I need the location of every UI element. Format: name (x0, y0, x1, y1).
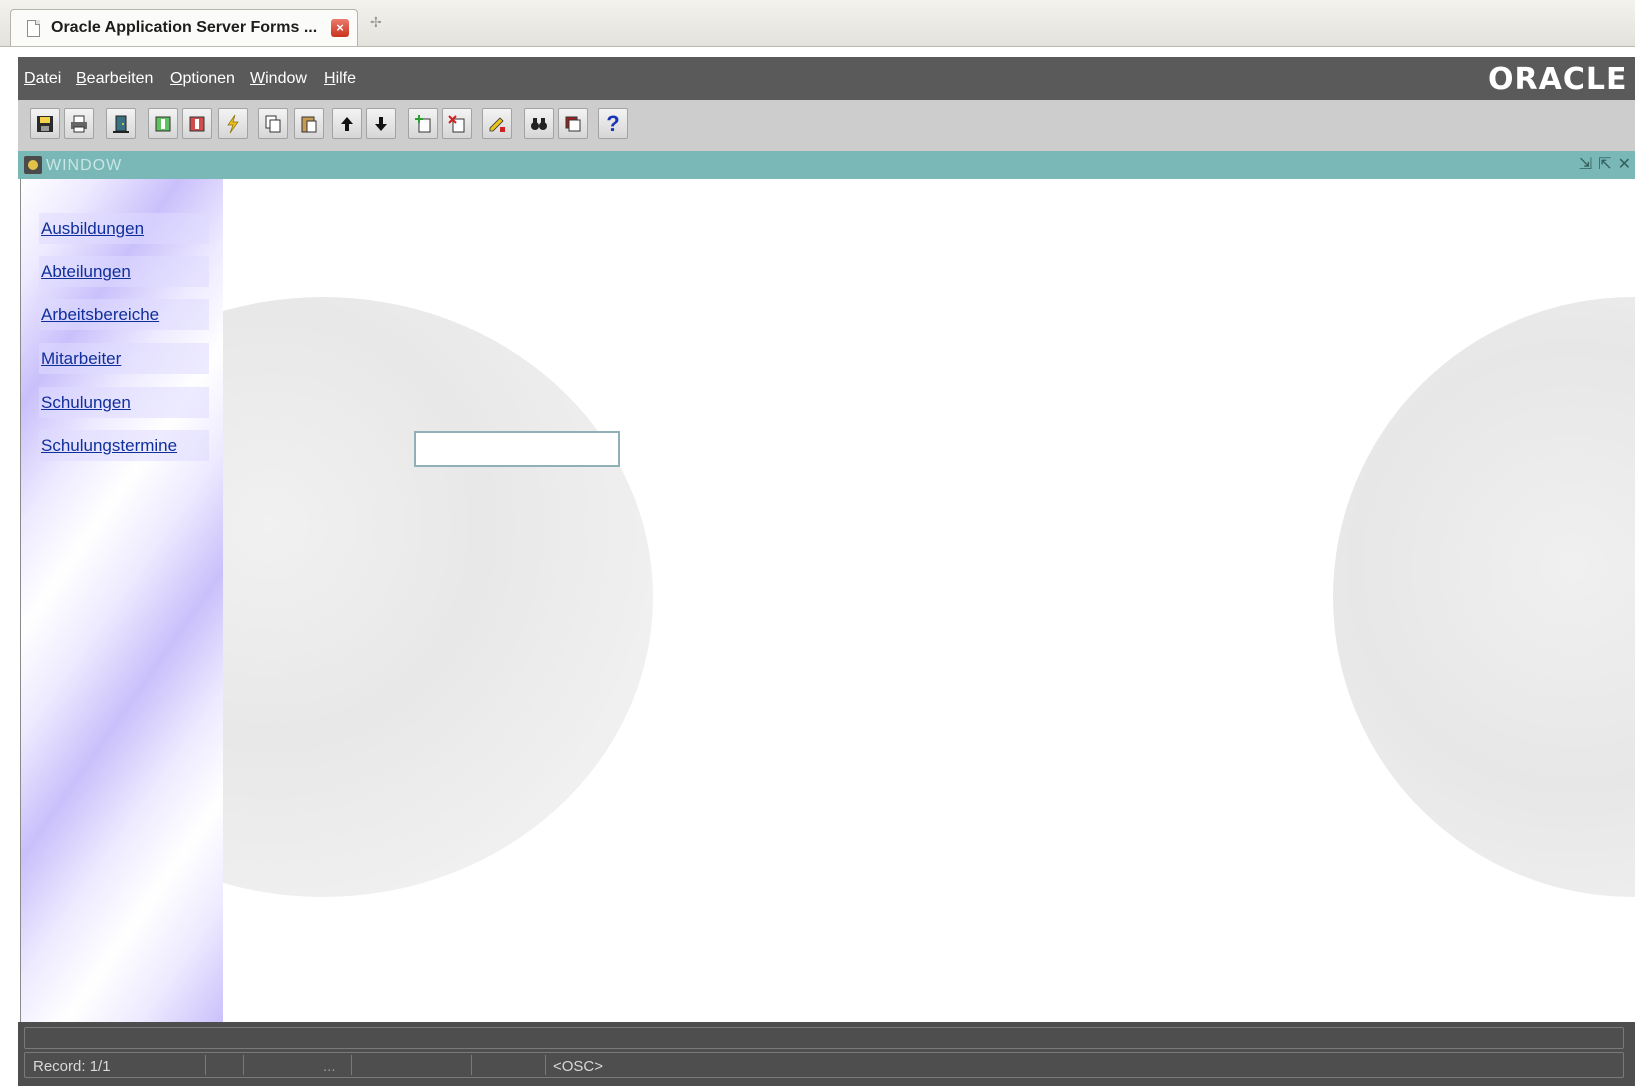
globe-background-right (1333, 297, 1635, 897)
list-of-values-button[interactable] (558, 108, 588, 139)
maximize-icon[interactable]: ⇱ (1598, 156, 1611, 173)
close-tab-icon[interactable]: × (331, 19, 349, 37)
execute-query-icon (189, 116, 205, 131)
browser-tab-strip: Oracle Application Server Forms ... × ✢ (0, 0, 1635, 47)
main-canvas (223, 179, 1635, 1022)
close-icon[interactable]: ✕ (1618, 156, 1631, 173)
menu-datei[interactable]: Datei (24, 70, 61, 88)
document-icon (27, 20, 40, 37)
copy-icon (265, 115, 281, 132)
enter-query-button[interactable] (148, 108, 178, 139)
menu-optionen[interactable]: Optionen (170, 70, 235, 88)
execute-query-button[interactable] (182, 108, 212, 139)
browser-tab-title: Oracle Application Server Forms ... (51, 19, 318, 36)
edit-icon (489, 116, 505, 132)
window-title: WINDOW (46, 157, 123, 174)
next-record-button[interactable] (366, 108, 396, 139)
lightning-icon (227, 114, 239, 133)
status-message-line (24, 1027, 1624, 1049)
status-separator (243, 1055, 244, 1075)
sidebar-item-arbeitsbereiche[interactable]: Arbeitsbereiche (39, 299, 209, 330)
status-separator (351, 1055, 352, 1075)
minimize-icon[interactable]: ⇲ (1579, 156, 1592, 173)
exit-button[interactable] (106, 108, 136, 139)
save-icon (37, 115, 53, 132)
toolbar: ? (18, 100, 1635, 151)
save-button[interactable] (30, 108, 60, 139)
lightning-button[interactable] (218, 108, 248, 139)
sidebar-item-abteilungen[interactable]: Abteilungen (39, 256, 209, 287)
menu-hilfe[interactable]: Hilfe (324, 70, 356, 88)
sidebar-item-schulungen[interactable]: Schulungen (39, 387, 209, 418)
delete-record-button[interactable] (442, 108, 472, 139)
status-ellipsis: ... (323, 1058, 336, 1075)
print-icon (71, 115, 87, 132)
insert-record-button[interactable] (408, 108, 438, 139)
status-separator (471, 1055, 472, 1075)
sidebar-item-mitarbeiter[interactable]: Mitarbeiter (39, 343, 209, 374)
text-input[interactable] (414, 431, 620, 467)
menu-bearbeiten[interactable]: Bearbeiten (76, 70, 153, 88)
search-button[interactable] (524, 108, 554, 139)
help-icon: ? (606, 110, 620, 136)
help-button[interactable]: ? (598, 108, 628, 139)
window-controls: ⇲ ⇱ ✕ (1573, 154, 1631, 174)
globe-background-left (223, 297, 653, 897)
menu-bar: Datei Bearbeiten Optionen Window Hilfe O… (18, 57, 1635, 100)
sidebar: Ausbildungen Abteilungen Arbeitsbereiche… (20, 179, 224, 1022)
menu-window[interactable]: Window (250, 70, 307, 88)
exit-icon (113, 115, 129, 133)
copy-button[interactable] (258, 108, 288, 139)
previous-record-button[interactable] (332, 108, 362, 139)
insert-record-icon (415, 114, 431, 132)
paste-icon (301, 116, 317, 132)
arrow-down-icon (375, 116, 387, 131)
status-separator (545, 1055, 546, 1075)
lov-icon (565, 116, 581, 131)
status-separator (205, 1055, 206, 1075)
print-button[interactable] (64, 108, 94, 139)
browser-tab[interactable]: Oracle Application Server Forms ... × (10, 9, 358, 46)
sidebar-item-schulungstermine[interactable]: Schulungstermine (39, 430, 209, 461)
edit-button[interactable] (482, 108, 512, 139)
paste-button[interactable] (294, 108, 324, 139)
forms-window-icon (24, 156, 42, 174)
status-info-line: Record: 1/1 ... <OSC> (24, 1052, 1624, 1078)
window-title-bar: WINDOW ⇲ ⇱ ✕ (18, 151, 1635, 179)
sidebar-item-ausbildungen[interactable]: Ausbildungen (39, 213, 209, 244)
enter-query-icon (155, 116, 171, 131)
mode-indicator: <OSC> (553, 1058, 604, 1075)
binoculars-icon (531, 117, 547, 130)
delete-record-icon (448, 114, 465, 132)
record-indicator: Record: 1/1 (33, 1058, 111, 1075)
arrow-up-icon (341, 116, 353, 131)
oracle-logo: ORACLE (1488, 62, 1628, 97)
status-bar: Record: 1/1 ... <OSC> (18, 1022, 1635, 1086)
new-tab-icon[interactable]: ✢ (370, 14, 382, 31)
